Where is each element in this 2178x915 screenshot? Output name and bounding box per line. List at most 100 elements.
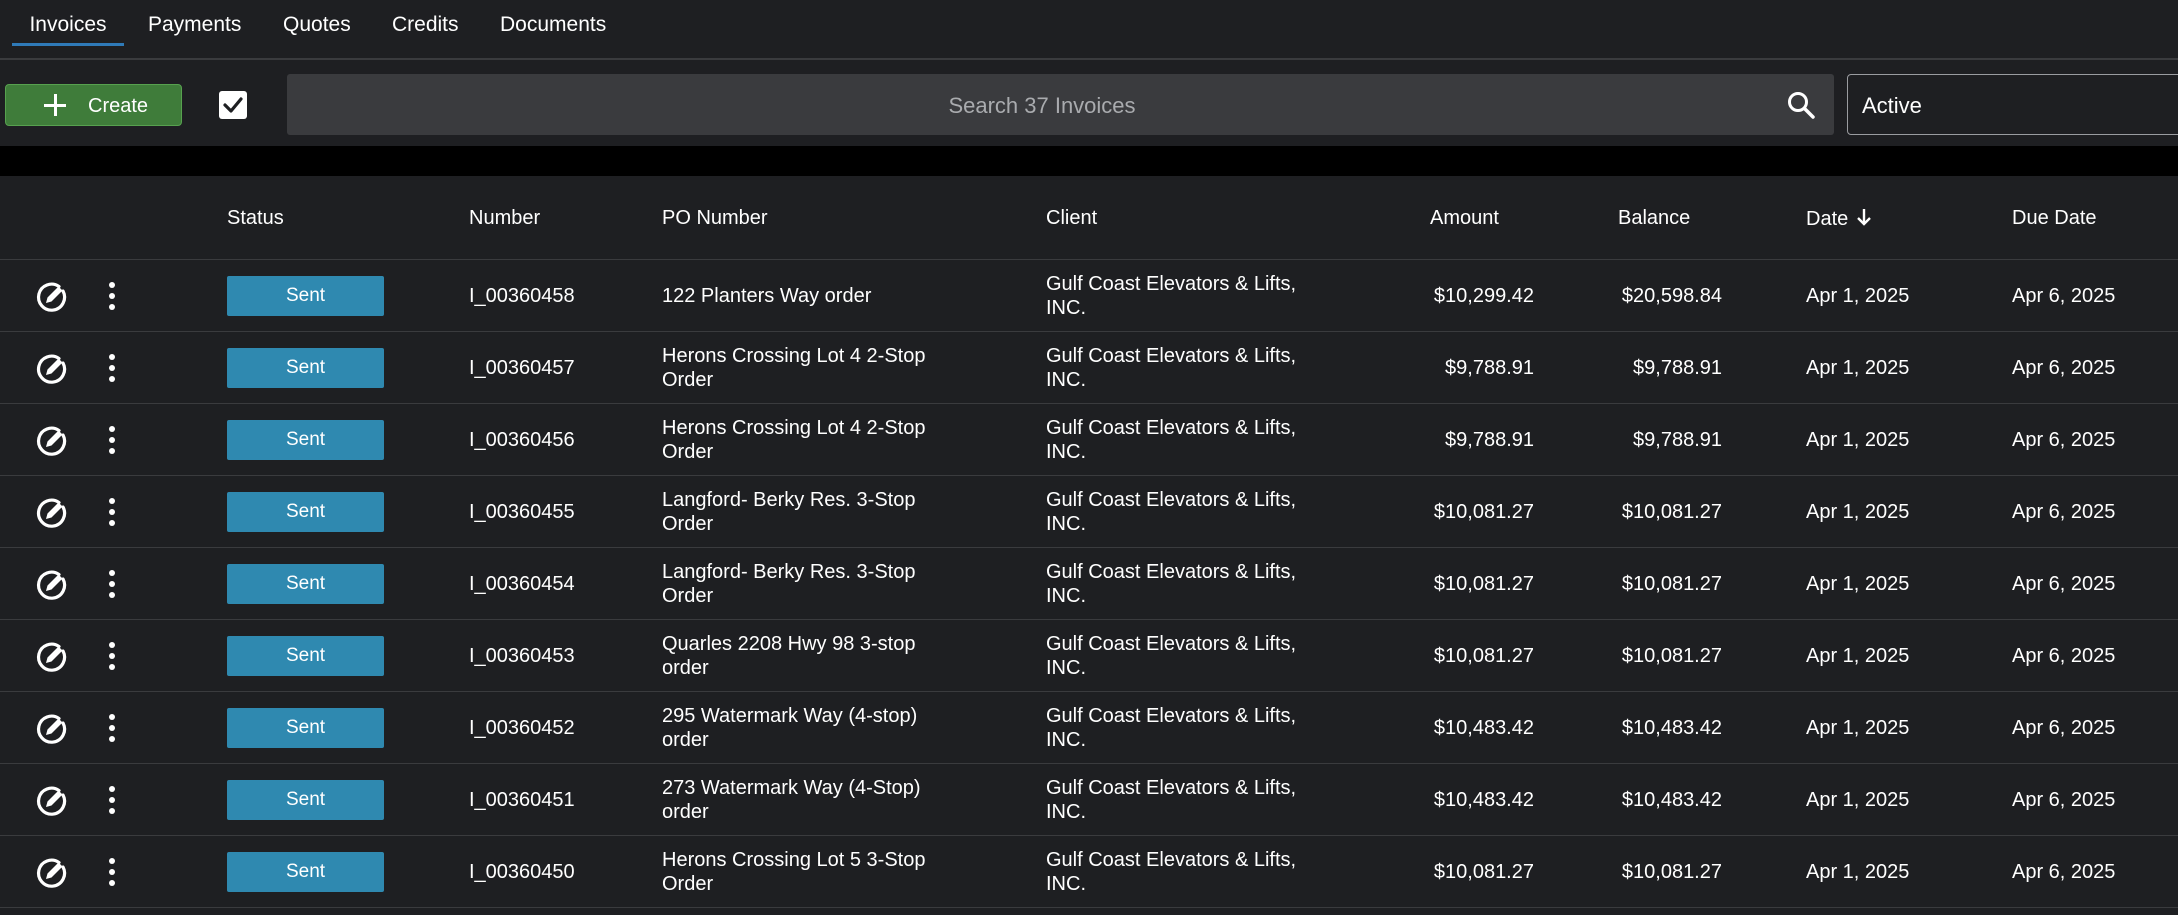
- edit-circle-icon[interactable]: [35, 496, 69, 530]
- search-icon[interactable]: [1786, 90, 1816, 120]
- create-button[interactable]: Create: [5, 84, 182, 126]
- status-badge: Sent: [227, 852, 384, 892]
- client-name-line2: INC.: [1046, 801, 1086, 823]
- header-due-date[interactable]: Due Date: [2012, 207, 2097, 230]
- header-amount[interactable]: Amount: [1430, 207, 1499, 230]
- client-name: Gulf Coast Elevators & Lifts, INC.: [1046, 704, 1296, 752]
- po-number-line1: Quarles 2208 Hwy 98 3-stop: [662, 633, 916, 655]
- kebab-menu-icon[interactable]: [104, 784, 120, 816]
- tab-invoices[interactable]: Invoices: [12, 0, 124, 46]
- po-number-line2: Order: [662, 873, 714, 895]
- table-row[interactable]: Sent I_00360451 273 Watermark Way (4-Stop)…: [0, 764, 2178, 836]
- invoice-date: Apr 1, 2025: [1806, 717, 1910, 739]
- edit-circle-icon[interactable]: [35, 712, 69, 746]
- edit-circle-icon[interactable]: [35, 352, 69, 386]
- invoice-number: I_00360457: [469, 357, 575, 379]
- header-date[interactable]: Date: [1806, 207, 1872, 231]
- po-number-line2: Order: [662, 369, 714, 391]
- create-button-label: Create: [88, 95, 149, 117]
- po-number: 122 Planters Way order: [662, 284, 871, 308]
- amount: $10,299.42: [1433, 285, 1534, 307]
- balance: $10,081.27: [1621, 645, 1722, 667]
- client-name-line2: INC.: [1046, 729, 1086, 751]
- kebab-menu-icon[interactable]: [104, 424, 120, 456]
- table-row[interactable]: Sent I_00360458 122 Planters Way order Gulf…: [0, 260, 2178, 332]
- client-name-line2: INC.: [1046, 369, 1086, 391]
- client-name-line2: INC.: [1046, 441, 1086, 463]
- table-header: Status Number PO Number Client Amount Ba…: [0, 176, 2178, 260]
- client-name-line2: INC.: [1046, 297, 1086, 319]
- edit-circle-icon[interactable]: [35, 424, 69, 458]
- table-row[interactable]: Sent I_00360454 Langford- Berky Res. 3-Sto…: [0, 548, 2178, 620]
- status-badge: Sent: [227, 348, 384, 388]
- invoice-number: I_00360458: [469, 285, 575, 307]
- search-input[interactable]: Search 37 Invoices: [287, 74, 1834, 135]
- invoice-date: Apr 1, 2025: [1806, 285, 1910, 307]
- amount: $9,788.91: [1445, 429, 1534, 451]
- client-name: Gulf Coast Elevators & Lifts, INC.: [1046, 776, 1296, 824]
- table-row[interactable]: Sent I_00360457 Herons Crossing Lot 4 2-St…: [0, 332, 2178, 404]
- status-filter-value: Active: [1862, 93, 1922, 118]
- edit-circle-icon[interactable]: [35, 784, 69, 818]
- client-name-line2: INC.: [1046, 873, 1086, 895]
- kebab-menu-icon[interactable]: [104, 640, 120, 672]
- po-number: Quarles 2208 Hwy 98 3-stop order: [662, 632, 915, 680]
- kebab-menu-icon[interactable]: [104, 856, 120, 888]
- header-balance[interactable]: Balance: [1618, 207, 1690, 230]
- balance: $10,081.27: [1621, 501, 1722, 523]
- header-number[interactable]: Number: [469, 207, 540, 230]
- po-number: Herons Crossing Lot 5 3-Stop Order: [662, 848, 925, 896]
- client-name: Gulf Coast Elevators & Lifts, INC.: [1046, 632, 1296, 680]
- tab-documents[interactable]: Documents: [500, 0, 606, 46]
- po-number: Langford- Berky Res. 3-Stop Order: [662, 560, 915, 608]
- amount: $10,483.42: [1433, 789, 1534, 811]
- kebab-menu-icon[interactable]: [104, 496, 120, 528]
- client-name-line1: Gulf Coast Elevators & Lifts,: [1046, 417, 1297, 439]
- invoice-date: Apr 1, 2025: [1806, 357, 1910, 379]
- plus-icon: [44, 94, 66, 116]
- kebab-menu-icon[interactable]: [104, 712, 120, 744]
- kebab-menu-icon[interactable]: [104, 568, 120, 600]
- due-date: Apr 6, 2025: [2012, 501, 2116, 523]
- client-name-line1: Gulf Coast Elevators & Lifts,: [1046, 561, 1297, 583]
- amount: $9,788.91: [1445, 357, 1534, 379]
- edit-circle-icon[interactable]: [35, 640, 69, 674]
- po-number-line2: Order: [662, 585, 714, 607]
- balance: $10,483.42: [1621, 717, 1722, 739]
- tab-quotes[interactable]: Quotes: [283, 0, 351, 46]
- client-name-line1: Gulf Coast Elevators & Lifts,: [1046, 273, 1297, 295]
- po-number-line1: 273 Watermark Way (4-Stop): [662, 777, 921, 799]
- po-number-line1: Herons Crossing Lot 4 2-Stop: [662, 417, 926, 439]
- tab-credits[interactable]: Credits: [392, 0, 459, 46]
- header-status[interactable]: Status: [227, 207, 284, 230]
- status-filter-select[interactable]: Active: [1847, 74, 2178, 135]
- edit-circle-icon[interactable]: [35, 568, 69, 602]
- client-name-line1: Gulf Coast Elevators & Lifts,: [1046, 345, 1297, 367]
- header-client[interactable]: Client: [1046, 207, 1097, 230]
- table-row[interactable]: Sent I_00360456 Herons Crossing Lot 4 2-St…: [0, 404, 2178, 476]
- header-po-number[interactable]: PO Number: [662, 207, 768, 230]
- client-name-line2: INC.: [1046, 513, 1086, 535]
- tab-payments[interactable]: Payments: [148, 0, 241, 46]
- table-row[interactable]: Sent I_00360453 Quarles 2208 Hwy 98 3-stop…: [0, 620, 2178, 692]
- arrow-down-icon: [1856, 209, 1871, 226]
- select-all-checkbox[interactable]: [219, 91, 247, 119]
- invoice-table: Status Number PO Number Client Amount Ba…: [0, 176, 2178, 908]
- table-row[interactable]: Sent I_00360452 295 Watermark Way (4-stop)…: [0, 692, 2178, 764]
- kebab-menu-icon[interactable]: [104, 352, 120, 384]
- divider: [0, 146, 2178, 176]
- client-name-line2: INC.: [1046, 585, 1086, 607]
- balance: $9,788.91: [1633, 357, 1722, 379]
- due-date: Apr 6, 2025: [2012, 789, 2116, 811]
- status-badge: Sent: [227, 420, 384, 460]
- kebab-menu-icon[interactable]: [104, 280, 120, 312]
- edit-circle-icon[interactable]: [35, 280, 69, 314]
- edit-circle-icon[interactable]: [35, 856, 69, 890]
- invoice-number: I_00360451: [469, 789, 575, 811]
- due-date: Apr 6, 2025: [2012, 357, 2116, 379]
- table-row[interactable]: Sent I_00360455 Langford- Berky Res. 3-Sto…: [0, 476, 2178, 548]
- po-number-line1: Langford- Berky Res. 3-Stop: [662, 561, 916, 583]
- client-name-line2: INC.: [1046, 657, 1086, 679]
- due-date: Apr 6, 2025: [2012, 645, 2116, 667]
- table-row[interactable]: Sent I_00360450 Herons Crossing Lot 5 3-St…: [0, 836, 2178, 908]
